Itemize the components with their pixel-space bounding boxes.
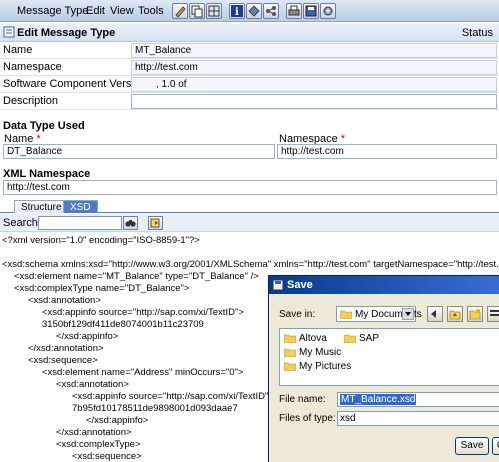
copy-icon[interactable] [189,3,205,19]
folder-label: SAP [359,333,380,344]
find-binoculars-icon[interactable] [123,216,138,230]
save-button[interactable]: Save [455,437,489,455]
xsd-line: <xsd:schema xmlns:xsd="http://www.w3.org… [2,259,499,270]
xsd-line: <xsd:element name="Address" minOccurs="0… [42,367,244,378]
data-type-name-field[interactable]: DT_Balance [3,144,275,159]
xsd-line: <xsd:complexType name="DT_Balance"> [14,283,190,294]
data-type-namespace-field[interactable]: http://test.com [277,144,497,159]
folder-icon [284,348,296,357]
info-icon[interactable]: i [229,3,245,19]
namespace-field[interactable]: http://test.com [131,60,497,75]
name-field[interactable]: MT_Balance [131,43,497,58]
xsd-line: <xsd:complexType> [56,439,141,450]
folder-list[interactable]: Altova SAP My Music My Pictures [279,328,499,386]
message-type-icon [3,26,15,38]
xsd-line: 7b95fd10178511de9898001d093daae7 [72,403,238,414]
back-folder-icon[interactable] [427,306,443,322]
edit-pencil-icon[interactable] [172,3,188,19]
files-of-type-label: Files of type: [279,413,336,424]
view-menu-icon[interactable] [487,306,499,322]
tab-strip: Structure XSD [0,199,499,213]
file-name-label: File name: [279,394,326,405]
xsd-line: <xsd:appinfo source="http://sap.com/xi/T… [42,307,244,318]
namespace-label: Namespace [3,61,62,73]
swc-row: Software Component Version , 1.0 of [0,76,499,93]
swc-label: Software Component Version [3,78,147,90]
description-field[interactable] [131,94,497,109]
xsd-line: </xsd:appinfo> [86,415,149,426]
save-in-select[interactable]: My Documents [336,306,422,322]
xml-namespace-field[interactable]: http://test.com [3,180,497,195]
up-folder-icon[interactable] [447,306,463,322]
xsd-line: </xsd:annotation> [28,343,104,354]
save-icon[interactable] [303,3,319,19]
xsd-line: </xsd:appinfo> [56,331,119,342]
diamond-icon[interactable] [246,3,262,19]
files-of-type-select[interactable]: xsd [337,411,499,426]
tab-xsd[interactable]: XSD [63,200,98,213]
xsd-line: <xsd:appinfo source="http://sap.com/xi/T… [72,391,274,402]
search-bar: Search: [0,214,499,232]
xsd-line: <xsd:sequence> [28,355,98,366]
menu-view[interactable]: View [110,5,134,17]
folder-icon [284,362,296,371]
swc-field[interactable]: , 1.0 of [131,77,497,92]
xsd-line: <xsd:annotation> [56,379,129,390]
save-in-label: Save in: [279,309,316,320]
folder-label: Altova [299,333,327,344]
data-type-section-title: Data Type Used [3,120,85,132]
xsd-line: 3150bf129df411de8074001b11c23709 [42,319,204,330]
xml-namespace-section-title: XML Namespace [3,168,91,180]
folder-icon [344,334,356,343]
settings-icon[interactable] [320,3,336,19]
name-label: Name [3,44,33,56]
menu-edit[interactable]: Edit [86,5,105,17]
tab-structure[interactable]: Structure [14,200,69,213]
new-folder-icon[interactable] [467,306,483,322]
description-row: Description [0,93,499,110]
xsd-line: <xsd:element name="MT_Balance" type="DT_… [14,271,259,282]
file-name-input[interactable]: MT_Balance.xsd [337,392,499,407]
xsd-line: <?xml version="1.0" encoding="ISO-8859-1… [2,235,200,246]
save-dialog-title: Save [287,279,313,291]
page-title: Edit Message Type [17,27,116,39]
menu-message-type[interactable]: Message Type [17,5,88,17]
find-next-icon[interactable] [148,216,163,230]
chevron-down-icon[interactable] [402,308,414,320]
search-input[interactable] [38,216,122,230]
folder-label: My Music [299,347,342,358]
xsd-line: <xsd:sequence> [72,451,142,462]
search-label: Search: [3,217,41,229]
save-dialog-title-bar[interactable]: Save [269,276,499,294]
print-icon[interactable] [286,3,302,19]
namespace-row: Namespace http://test.com [0,59,499,76]
menu-tools[interactable]: Tools [138,5,164,17]
network-icon[interactable] [263,3,279,19]
xsd-line: </xsd:annotation> [56,427,132,438]
folder-icon [340,310,352,319]
grid-icon[interactable] [206,3,222,19]
xsd-line: <xsd:annotation> [28,295,101,306]
status-label: Status [461,27,493,39]
menu-bar: Message Type Edit View Tools i [0,0,499,22]
save-dialog: Save Save in: My Documents Altova SAP My… [268,275,499,462]
svg-text:i: i [235,7,239,18]
description-label: Description [3,95,59,107]
save-dialog-icon [272,279,284,291]
folder-icon [284,334,296,343]
name-row: Name MT_Balance [0,42,499,59]
editor-title-bar: Edit Message Type Status [0,23,499,42]
cancel-button[interactable]: C [492,437,499,455]
folder-label: My Pictures [299,361,352,372]
file-name-value: MT_Balance.xsd [340,394,417,405]
